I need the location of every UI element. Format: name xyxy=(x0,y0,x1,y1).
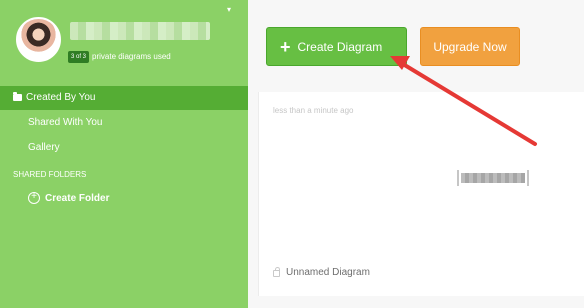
create-folder-button[interactable]: Create Folder xyxy=(45,192,109,206)
sidebar-item-created-by-you-label[interactable]: Created By You xyxy=(26,91,96,105)
create-diagram-button[interactable]: + Create Diagram xyxy=(266,27,407,66)
folder-icon xyxy=(13,92,22,101)
lock-icon xyxy=(273,267,280,277)
app: 3 of 3 private diagrams used ▾ Created B… xyxy=(0,0,584,308)
sidebar-item-shared-with-you[interactable]: Shared With You xyxy=(28,116,103,130)
avatar[interactable] xyxy=(16,17,61,62)
main-content: + Create Diagram Upgrade Now less than a… xyxy=(248,0,584,308)
create-folder-plus-icon[interactable]: + xyxy=(28,192,40,204)
user-profile: 3 of 3 private diagrams used ▾ xyxy=(0,0,248,82)
create-diagram-label: Create Diagram xyxy=(297,39,383,54)
redacted-username xyxy=(70,22,210,40)
sidebar-item-gallery[interactable]: Gallery xyxy=(28,141,60,155)
diagram-preview-image xyxy=(457,170,529,186)
profile-menu-chevron-icon[interactable]: ▾ xyxy=(227,6,231,14)
sidebar: 3 of 3 private diagrams used ▾ Created B… xyxy=(0,0,260,308)
quota-badge: 3 of 3 xyxy=(68,51,90,63)
diagram-name[interactable]: Unnamed Diagram xyxy=(286,267,370,278)
upgrade-now-button[interactable]: Upgrade Now xyxy=(420,27,520,66)
diagram-updated-time: less than a minute ago xyxy=(273,106,354,115)
diagram-quota: 3 of 3 private diagrams used xyxy=(68,51,171,63)
shared-folders-heading: SHARED FOLDERS xyxy=(13,170,87,179)
toolbar: + Create Diagram Upgrade Now xyxy=(248,0,584,80)
diagram-card[interactable]: less than a minute ago Unnamed Diagram xyxy=(258,92,584,296)
plus-icon: + xyxy=(280,36,291,57)
quota-text: private diagrams used xyxy=(92,52,171,61)
